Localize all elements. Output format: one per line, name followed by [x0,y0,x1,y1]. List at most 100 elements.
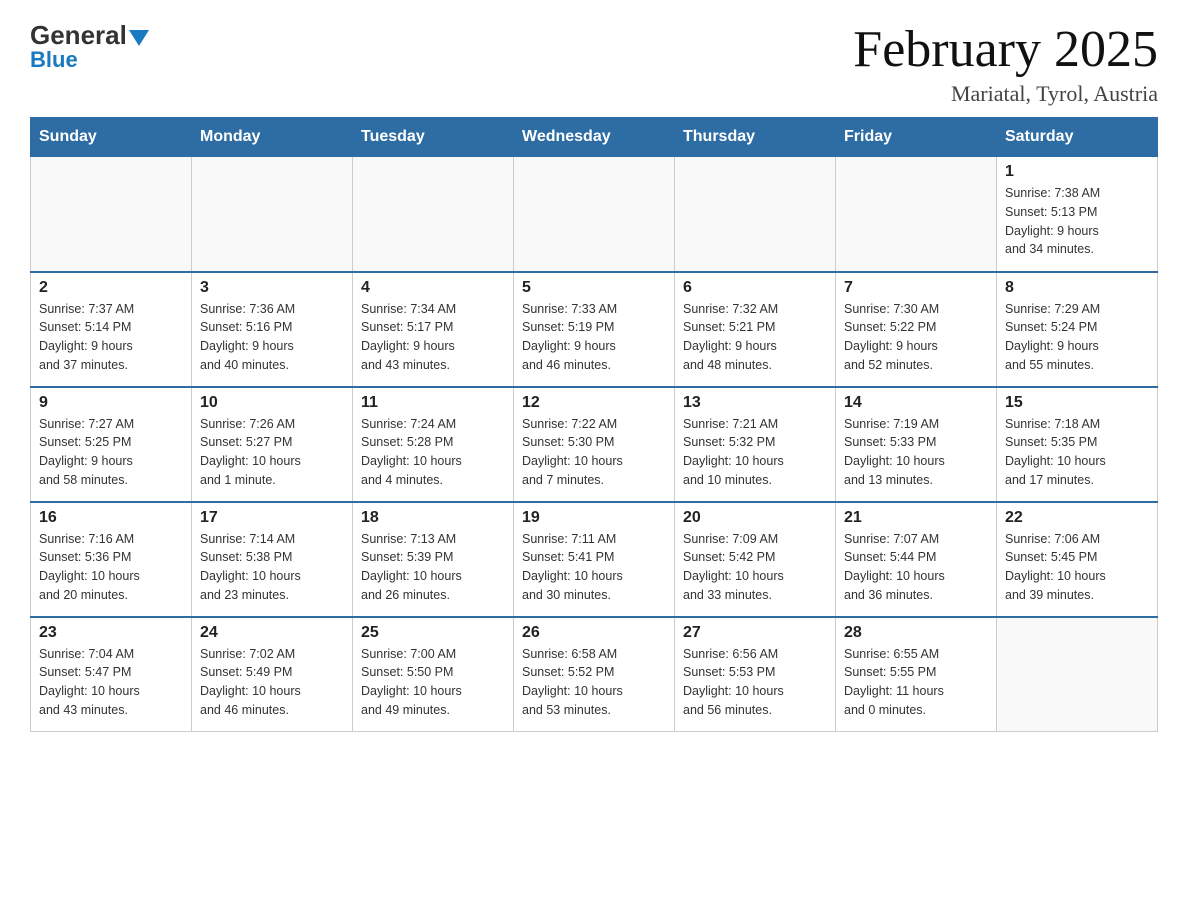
table-row: 15 Sunrise: 7:18 AMSunset: 5:35 PMDayligh… [997,387,1158,502]
day-number: 7 [844,279,988,297]
day-number: 28 [844,624,988,642]
table-row: 6 Sunrise: 7:32 AMSunset: 5:21 PMDaylight… [675,272,836,387]
day-info: Sunrise: 7:38 AMSunset: 5:13 PMDaylight:… [1005,184,1149,259]
day-number: 19 [522,509,666,527]
table-row [353,157,514,272]
table-row: 25 Sunrise: 7:00 AMSunset: 5:50 PMDayligh… [353,617,514,732]
table-row: 23 Sunrise: 7:04 AMSunset: 5:47 PMDayligh… [31,617,192,732]
day-info: Sunrise: 7:26 AMSunset: 5:27 PMDaylight:… [200,415,344,490]
day-number: 25 [361,624,505,642]
day-info: Sunrise: 7:00 AMSunset: 5:50 PMDaylight:… [361,645,505,720]
day-number: 27 [683,624,827,642]
header-wednesday: Wednesday [514,118,675,157]
page-header: General Blue February 2025 Mariatal, Tyr… [30,20,1158,107]
day-info: Sunrise: 7:09 AMSunset: 5:42 PMDaylight:… [683,530,827,605]
day-info: Sunrise: 6:56 AMSunset: 5:53 PMDaylight:… [683,645,827,720]
day-info: Sunrise: 7:30 AMSunset: 5:22 PMDaylight:… [844,300,988,375]
day-info: Sunrise: 7:18 AMSunset: 5:35 PMDaylight:… [1005,415,1149,490]
day-number: 24 [200,624,344,642]
day-number: 11 [361,394,505,412]
day-info: Sunrise: 7:19 AMSunset: 5:33 PMDaylight:… [844,415,988,490]
day-number: 6 [683,279,827,297]
table-row [675,157,836,272]
header-friday: Friday [836,118,997,157]
table-row: 14 Sunrise: 7:19 AMSunset: 5:33 PMDayligh… [836,387,997,502]
day-number: 12 [522,394,666,412]
day-info: Sunrise: 7:24 AMSunset: 5:28 PMDaylight:… [361,415,505,490]
day-info: Sunrise: 6:58 AMSunset: 5:52 PMDaylight:… [522,645,666,720]
day-info: Sunrise: 7:16 AMSunset: 5:36 PMDaylight:… [39,530,183,605]
table-row: 26 Sunrise: 6:58 AMSunset: 5:52 PMDayligh… [514,617,675,732]
day-number: 5 [522,279,666,297]
table-row: 13Sunrise: 7:21 AMSunset: 5:32 PMDayligh… [675,387,836,502]
day-number: 26 [522,624,666,642]
table-row: 4 Sunrise: 7:34 AMSunset: 5:17 PMDaylight… [353,272,514,387]
table-row [836,157,997,272]
calendar-week-row: 16 Sunrise: 7:16 AMSunset: 5:36 PMDayligh… [31,502,1158,617]
day-number: 20 [683,509,827,527]
table-row [997,617,1158,732]
logo-arrow-icon [129,30,149,46]
day-info: Sunrise: 7:32 AMSunset: 5:21 PMDaylight:… [683,300,827,375]
header-tuesday: Tuesday [353,118,514,157]
day-number: 14 [844,394,988,412]
logo: General Blue [30,20,149,73]
day-number: 1 [1005,163,1149,181]
header-thursday: Thursday [675,118,836,157]
table-row [514,157,675,272]
day-info: Sunrise: 7:13 AMSunset: 5:39 PMDaylight:… [361,530,505,605]
table-row: 19Sunrise: 7:11 AMSunset: 5:41 PMDayligh… [514,502,675,617]
table-row: 22 Sunrise: 7:06 AMSunset: 5:45 PMDayligh… [997,502,1158,617]
day-number: 18 [361,509,505,527]
weekday-header-row: Sunday Monday Tuesday Wednesday Thursday… [31,118,1158,157]
day-info: Sunrise: 7:34 AMSunset: 5:17 PMDaylight:… [361,300,505,375]
day-info: Sunrise: 7:27 AMSunset: 5:25 PMDaylight:… [39,415,183,490]
day-number: 8 [1005,279,1149,297]
table-row: 20 Sunrise: 7:09 AMSunset: 5:42 PMDayligh… [675,502,836,617]
table-row: 7 Sunrise: 7:30 AMSunset: 5:22 PMDaylight… [836,272,997,387]
table-row [31,157,192,272]
day-info: Sunrise: 7:04 AMSunset: 5:47 PMDaylight:… [39,645,183,720]
day-number: 16 [39,509,183,527]
table-row: 10 Sunrise: 7:26 AMSunset: 5:27 PMDayligh… [192,387,353,502]
day-number: 23 [39,624,183,642]
day-number: 15 [1005,394,1149,412]
table-row: 9 Sunrise: 7:27 AMSunset: 5:25 PMDaylight… [31,387,192,502]
location: Mariatal, Tyrol, Austria [853,81,1158,107]
day-info: Sunrise: 6:55 AMSunset: 5:55 PMDaylight:… [844,645,988,720]
calendar-table: Sunday Monday Tuesday Wednesday Thursday… [30,117,1158,732]
header-sunday: Sunday [31,118,192,157]
day-info: Sunrise: 7:02 AMSunset: 5:49 PMDaylight:… [200,645,344,720]
day-info: Sunrise: 7:29 AMSunset: 5:24 PMDaylight:… [1005,300,1149,375]
day-number: 21 [844,509,988,527]
table-row [192,157,353,272]
table-row: 17 Sunrise: 7:14 AMSunset: 5:38 PMDayligh… [192,502,353,617]
table-row: 2 Sunrise: 7:37 AMSunset: 5:14 PMDaylight… [31,272,192,387]
day-number: 3 [200,279,344,297]
month-title: February 2025 [853,20,1158,79]
day-number: 2 [39,279,183,297]
day-number: 4 [361,279,505,297]
day-info: Sunrise: 7:14 AMSunset: 5:38 PMDaylight:… [200,530,344,605]
day-info: Sunrise: 7:07 AMSunset: 5:44 PMDaylight:… [844,530,988,605]
calendar-week-row: 23 Sunrise: 7:04 AMSunset: 5:47 PMDayligh… [31,617,1158,732]
calendar-week-row: 1 Sunrise: 7:38 AMSunset: 5:13 PMDaylight… [31,157,1158,272]
day-info: Sunrise: 7:06 AMSunset: 5:45 PMDaylight:… [1005,530,1149,605]
day-number: 10 [200,394,344,412]
day-info: Sunrise: 7:21 AMSunset: 5:32 PMDaylight:… [683,415,827,490]
header-saturday: Saturday [997,118,1158,157]
header-monday: Monday [192,118,353,157]
day-number: 17 [200,509,344,527]
day-info: Sunrise: 7:33 AMSunset: 5:19 PMDaylight:… [522,300,666,375]
day-number: 22 [1005,509,1149,527]
table-row: 18 Sunrise: 7:13 AMSunset: 5:39 PMDayligh… [353,502,514,617]
day-info: Sunrise: 7:37 AMSunset: 5:14 PMDaylight:… [39,300,183,375]
table-row: 16 Sunrise: 7:16 AMSunset: 5:36 PMDayligh… [31,502,192,617]
table-row: 27 Sunrise: 6:56 AMSunset: 5:53 PMDayligh… [675,617,836,732]
calendar-week-row: 9 Sunrise: 7:27 AMSunset: 5:25 PMDaylight… [31,387,1158,502]
day-info: Sunrise: 7:36 AMSunset: 5:16 PMDaylight:… [200,300,344,375]
title-block: February 2025 Mariatal, Tyrol, Austria [853,20,1158,107]
table-row: 3 Sunrise: 7:36 AMSunset: 5:16 PMDaylight… [192,272,353,387]
day-number: 9 [39,394,183,412]
logo-blue: Blue [30,47,78,73]
